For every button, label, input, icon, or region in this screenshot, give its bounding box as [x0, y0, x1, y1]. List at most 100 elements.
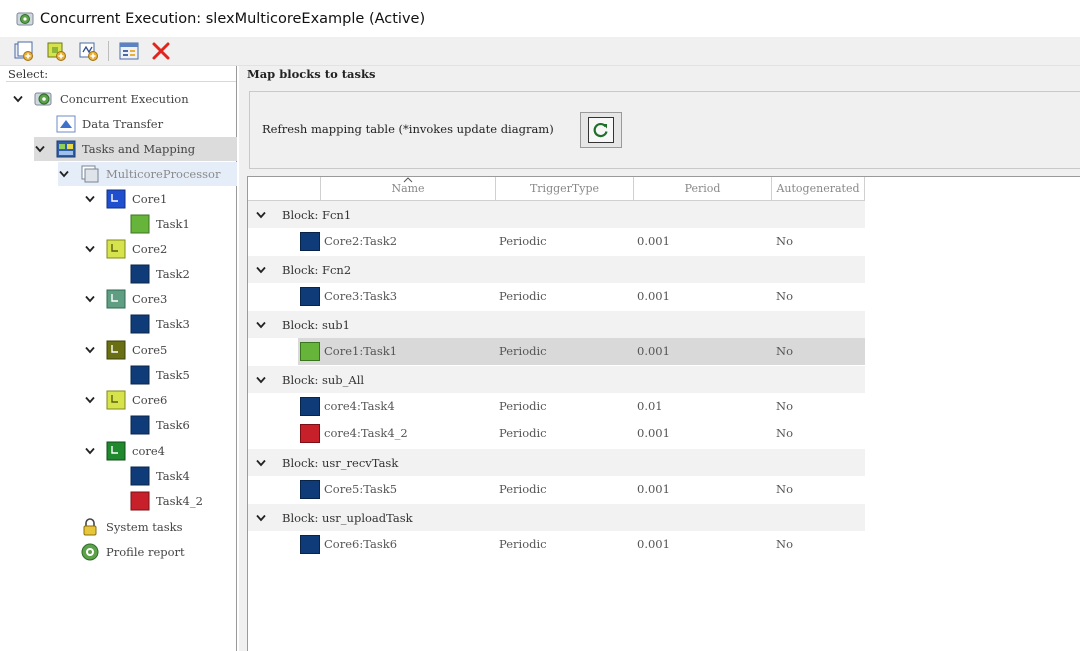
chevron-down-icon[interactable]	[256, 374, 268, 386]
task-icon	[130, 491, 150, 511]
core-icon	[106, 390, 126, 410]
table-row[interactable]: Core2:Task2 Periodic 0.001 No	[248, 228, 865, 255]
tree-item-task4-2[interactable]: Task4_2	[130, 489, 203, 513]
properties-icon	[119, 42, 139, 60]
processor-icon	[80, 164, 100, 184]
core-icon	[106, 239, 126, 259]
tree-item-core3[interactable]: Core3	[84, 287, 167, 311]
delete-button[interactable]	[149, 39, 173, 63]
tasks-and-mapping-icon	[56, 139, 76, 159]
tree-item-core6[interactable]: Core6	[84, 388, 167, 412]
core-icon	[106, 289, 126, 309]
group-row-usr-recvtask[interactable]: Block: usr_recvTask	[248, 449, 865, 476]
tree-item-tasks-and-mapping[interactable]: Tasks and Mapping	[34, 137, 237, 161]
sort-ascending-icon	[403, 177, 413, 183]
task-icon	[130, 466, 150, 486]
chevron-down-icon[interactable]	[256, 457, 268, 469]
task-color-icon	[300, 535, 320, 554]
title-bar: Concurrent Execution: slexMulticoreExamp…	[0, 0, 1080, 37]
core-icon	[106, 189, 126, 209]
task-icon	[130, 415, 150, 435]
toolbar-separator	[108, 41, 109, 61]
mapping-table: Name TriggerType Period Autogenerated Bl…	[247, 176, 1080, 651]
table-row[interactable]: Core3:Task3 Periodic 0.001 No	[248, 283, 865, 310]
tree-item-core4[interactable]: core4	[84, 439, 165, 463]
tree-item-concurrent-execution[interactable]: Concurrent Execution	[12, 87, 189, 111]
add-core-button[interactable]	[44, 39, 68, 63]
add-core-icon	[47, 42, 66, 61]
core-icon	[106, 441, 126, 461]
data-transfer-icon	[56, 114, 76, 134]
tree-item-core5[interactable]: Core5	[84, 338, 167, 362]
tree-item-multicore-processor[interactable]: MulticoreProcessor	[58, 162, 237, 186]
window-title: Concurrent Execution: slexMulticoreExamp…	[40, 10, 426, 27]
tree-item-core1[interactable]: Core1	[84, 187, 167, 211]
tree-item-core2[interactable]: Core2	[84, 237, 167, 261]
chevron-down-icon[interactable]	[84, 344, 96, 356]
refresh-icon	[593, 122, 608, 138]
chevron-down-icon[interactable]	[256, 512, 268, 524]
tree-item-task2[interactable]: Task2	[130, 262, 190, 286]
section-title: Map blocks to tasks	[247, 67, 376, 81]
task-color-icon	[300, 480, 320, 499]
group-row-sub-all[interactable]: Block: sub_All	[248, 366, 865, 393]
tree-item-task1[interactable]: Task1	[130, 212, 190, 236]
task-icon	[130, 214, 150, 234]
table-row[interactable]: core4:Task4_2 Periodic 0.001 No	[248, 420, 865, 447]
chevron-down-icon[interactable]	[84, 445, 96, 457]
tree-item-profile-report[interactable]: Profile report	[80, 540, 185, 564]
column-header-triggertype[interactable]: TriggerType	[496, 177, 634, 201]
core-icon	[106, 340, 126, 360]
tree-item-task6[interactable]: Task6	[130, 413, 190, 437]
refresh-label: Refresh mapping table (*invokes update d…	[262, 122, 554, 136]
add-periodic-trigger-button[interactable]	[76, 39, 100, 63]
table-row[interactable]: Core6:Task6 Periodic 0.001 No	[248, 531, 865, 558]
chevron-down-icon[interactable]	[256, 319, 268, 331]
tree-item-task4[interactable]: Task4	[130, 464, 190, 488]
tree-item-data-transfer[interactable]: Data Transfer	[56, 112, 163, 136]
navigation-tree-pane: Select: Concurrent Execution Data Transf…	[0, 66, 237, 651]
toolbar	[0, 37, 1080, 66]
select-header: Select:	[6, 66, 236, 82]
table-row[interactable]: core4:Task4 Periodic 0.01 No	[248, 393, 865, 420]
refresh-panel: Refresh mapping table (*invokes update d…	[249, 91, 1080, 169]
delete-icon	[152, 42, 170, 60]
add-task-button[interactable]	[12, 39, 36, 63]
column-header-name[interactable]: Name	[321, 177, 496, 201]
task-icon	[130, 314, 150, 334]
chevron-down-icon[interactable]	[256, 209, 268, 221]
refresh-button[interactable]	[580, 112, 622, 148]
column-header-period[interactable]: Period	[634, 177, 772, 201]
add-task-icon	[14, 41, 33, 61]
chevron-down-icon[interactable]	[84, 394, 96, 406]
add-periodic-icon	[79, 42, 98, 61]
group-row-usr-uploadtask[interactable]: Block: usr_uploadTask	[248, 504, 865, 531]
chevron-down-icon[interactable]	[84, 293, 96, 305]
group-row-fcn1[interactable]: Block: Fcn1	[248, 201, 865, 228]
table-row-selected[interactable]: Core1:Task1 Periodic 0.001 No	[248, 338, 865, 365]
tree-item-task3[interactable]: Task3	[130, 312, 190, 336]
chevron-down-icon[interactable]	[12, 93, 24, 105]
chevron-down-icon[interactable]	[84, 193, 96, 205]
task-icon	[130, 365, 150, 385]
column-header-autogenerated[interactable]: Autogenerated	[772, 177, 865, 201]
chevron-down-icon[interactable]	[58, 168, 70, 180]
profile-report-icon	[80, 542, 100, 562]
chevron-down-icon[interactable]	[34, 143, 46, 155]
chevron-down-icon[interactable]	[84, 243, 96, 255]
task-color-icon	[300, 397, 320, 416]
chevron-down-icon[interactable]	[256, 264, 268, 276]
properties-button[interactable]	[117, 39, 141, 63]
task-color-icon	[300, 287, 320, 306]
mapping-pane: Map blocks to tasks Refresh mapping tabl…	[239, 66, 1080, 651]
table-row[interactable]: Core5:Task5 Periodic 0.001 No	[248, 476, 865, 503]
table-header-blank	[248, 177, 321, 201]
group-row-fcn2[interactable]: Block: Fcn2	[248, 256, 865, 283]
group-row-sub1[interactable]: Block: sub1	[248, 311, 865, 338]
task-color-icon	[300, 342, 320, 361]
task-icon	[130, 264, 150, 284]
task-color-icon	[300, 232, 320, 251]
concurrent-execution-app-icon	[16, 12, 34, 25]
tree-item-task5[interactable]: Task5	[130, 363, 190, 387]
tree-item-system-tasks[interactable]: System tasks	[80, 515, 183, 539]
